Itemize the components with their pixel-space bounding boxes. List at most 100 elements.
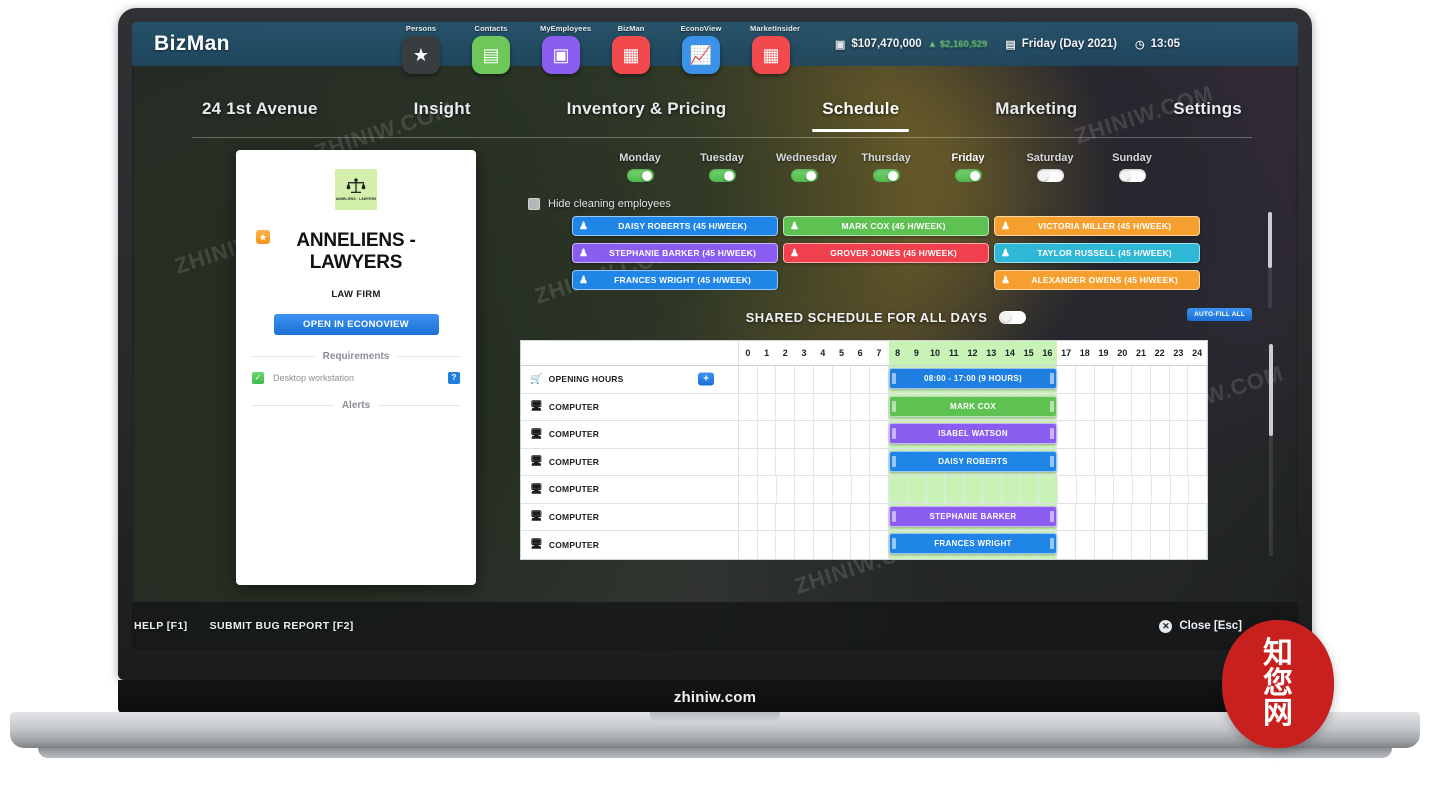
- hour-cell[interactable]: [1095, 448, 1114, 475]
- employee-chip[interactable]: ♟ ALEXANDER OWENS (45 H/WEEK): [994, 270, 1200, 290]
- hour-cell[interactable]: [795, 448, 814, 475]
- resize-handle-left[interactable]: [891, 400, 896, 412]
- hour-cell[interactable]: [739, 421, 758, 448]
- hour-cell[interactable]: [870, 393, 889, 420]
- hour-cell[interactable]: [1057, 393, 1076, 420]
- row-hour-cells[interactable]: ISABEL WATSON: [739, 421, 1207, 448]
- hour-cell[interactable]: [1057, 366, 1076, 393]
- hour-cell[interactable]: [1095, 421, 1114, 448]
- company-badge[interactable]: ★: [256, 230, 270, 244]
- hour-cell[interactable]: [758, 366, 777, 393]
- hour-cell[interactable]: [795, 393, 814, 420]
- hour-cell[interactable]: [1132, 421, 1151, 448]
- hour-cell[interactable]: [851, 503, 871, 530]
- schedule-bar[interactable]: MARK COX: [888, 395, 1058, 417]
- hour-cell[interactable]: [1133, 476, 1152, 503]
- hour-cell[interactable]: [870, 366, 889, 393]
- app-switcher-item-persons[interactable]: Persons ★: [400, 24, 442, 74]
- hour-cell[interactable]: [1076, 421, 1095, 448]
- hour-cell[interactable]: [1151, 531, 1170, 559]
- day-label[interactable]: Thursday: [858, 152, 914, 164]
- hour-cell[interactable]: [870, 421, 889, 448]
- hour-cell[interactable]: [964, 476, 983, 503]
- hour-cell[interactable]: [1057, 421, 1076, 448]
- hour-cell[interactable]: [1076, 448, 1095, 475]
- hour-cell[interactable]: [982, 476, 1002, 503]
- hour-cell[interactable]: [1113, 503, 1133, 530]
- hour-cell[interactable]: [1095, 531, 1114, 559]
- hour-cell[interactable]: [1171, 476, 1190, 503]
- hour-cell[interactable]: [1058, 476, 1077, 503]
- hour-cell[interactable]: [776, 393, 796, 420]
- hour-cell[interactable]: [1152, 476, 1171, 503]
- hour-cell[interactable]: [870, 448, 889, 475]
- schedule-bar[interactable]: 08:00 - 17:00 (9 HOURS): [888, 368, 1058, 389]
- store-icon[interactable]: ▦: [612, 36, 650, 74]
- employee-chip[interactable]: ♟ FRANCES WRIGHT (45 H/WEEK): [572, 270, 778, 290]
- day-toggle-thursday[interactable]: [872, 169, 900, 182]
- hour-cell[interactable]: [814, 476, 833, 503]
- resize-handle-left[interactable]: [891, 455, 896, 467]
- nav-tab-insight[interactable]: Insight: [404, 99, 481, 131]
- hour-cell[interactable]: [758, 448, 777, 475]
- submit-bug-report-link[interactable]: SUBMIT BUG REPORT [F2]: [210, 620, 354, 632]
- app-switcher-item-bizman[interactable]: BizMan ▦: [610, 24, 652, 74]
- hour-cell[interactable]: [1151, 448, 1170, 475]
- resize-handle-left[interactable]: [891, 510, 896, 522]
- hour-cell[interactable]: [758, 531, 777, 559]
- hour-cell[interactable]: [814, 448, 833, 475]
- hour-cell[interactable]: [739, 531, 758, 559]
- hour-cell[interactable]: [926, 476, 946, 503]
- hour-cell[interactable]: [1132, 503, 1151, 530]
- day-label[interactable]: Friday: [940, 152, 996, 164]
- hour-cell[interactable]: [758, 476, 777, 503]
- hour-cell[interactable]: [795, 476, 815, 503]
- hour-cell[interactable]: [1057, 531, 1076, 559]
- hour-cell[interactable]: [1077, 476, 1096, 503]
- hour-cell[interactable]: [833, 393, 852, 420]
- scrollbar-thumb[interactable]: [1268, 212, 1272, 268]
- hour-cell[interactable]: [833, 503, 852, 530]
- schedule-grid-scrollbar[interactable]: [1269, 344, 1273, 556]
- day-toggle-friday[interactable]: [954, 169, 982, 182]
- day-label[interactable]: Saturday: [1022, 152, 1078, 164]
- hour-cell[interactable]: [776, 448, 796, 475]
- resize-handle-right[interactable]: [1050, 373, 1055, 384]
- day-toggle-sunday[interactable]: [1118, 169, 1146, 182]
- employee-chip[interactable]: ♟ MARK COX (45 H/WEEK): [783, 216, 989, 236]
- hour-cell[interactable]: [1188, 366, 1207, 393]
- hour-cell[interactable]: [851, 421, 871, 448]
- hour-cell[interactable]: [795, 531, 814, 559]
- hour-cell[interactable]: [758, 503, 777, 530]
- resize-handle-left[interactable]: [891, 428, 896, 439]
- hour-cell[interactable]: [1076, 366, 1095, 393]
- day-toggle-monday[interactable]: [626, 169, 654, 182]
- close-button[interactable]: ✕ Close [Esc]: [1159, 619, 1242, 633]
- nav-tab-settings[interactable]: Settings: [1163, 99, 1252, 131]
- hour-cell[interactable]: [1095, 503, 1114, 530]
- hour-cell[interactable]: [945, 476, 965, 503]
- hour-cell[interactable]: [739, 476, 758, 503]
- open-in-econoview-button[interactable]: OPEN IN ECONOVIEW: [273, 313, 439, 335]
- hour-cell[interactable]: [1076, 531, 1095, 559]
- shared-schedule-toggle[interactable]: [999, 310, 1027, 324]
- hour-cell[interactable]: [776, 503, 796, 530]
- schedule-bar[interactable]: DAISY ROBERTS: [888, 450, 1058, 472]
- app-switcher-item-marketinsider[interactable]: MarketInsider ▦: [750, 24, 800, 74]
- day-toggle-saturday[interactable]: [1036, 169, 1064, 182]
- hour-cell[interactable]: [1151, 503, 1170, 530]
- day-column-sunday[interactable]: Sunday: [1104, 152, 1160, 182]
- resize-handle-left[interactable]: [891, 538, 896, 549]
- hour-cell[interactable]: [739, 503, 758, 530]
- chart-line-icon[interactable]: 📈: [682, 36, 720, 74]
- hour-cell[interactable]: [1132, 531, 1151, 559]
- hour-cell[interactable]: [1132, 448, 1151, 475]
- hour-cell[interactable]: [1057, 448, 1076, 475]
- hour-cell[interactable]: [1096, 476, 1115, 503]
- app-switcher-item-econoview[interactable]: EconoView 📈: [680, 24, 722, 74]
- employee-chip[interactable]: ♟ VICTORIA MILLER (45 H/WEEK): [994, 216, 1200, 236]
- hour-cell[interactable]: [1057, 503, 1076, 530]
- resize-handle-left[interactable]: [891, 373, 896, 384]
- hour-cell[interactable]: [833, 366, 852, 393]
- hour-cell[interactable]: [1188, 448, 1207, 475]
